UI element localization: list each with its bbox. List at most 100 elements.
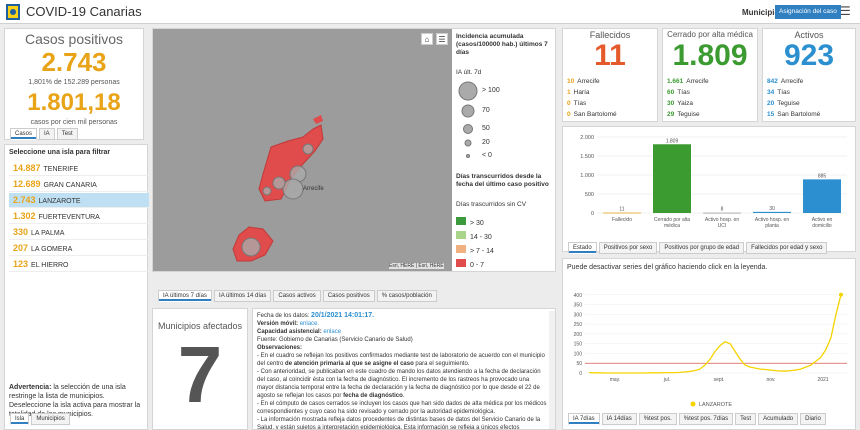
casos-rate-text: casos por cien mil personas (30, 119, 118, 126)
tab-pct-poblacion[interactable]: % casos/población (376, 290, 437, 302)
cerrado-row: 30 Yaiza (667, 100, 694, 107)
bar-ytick: 0 (591, 211, 594, 217)
dias-sub: Días trascurridos sin CV (456, 201, 527, 208)
bubble-fuerteventura (241, 237, 261, 257)
cerrado-row: 1.661 Arrecife (667, 78, 709, 85)
island-item-gran-canaria[interactable]: 12.689 GRAN CANARIA (9, 177, 149, 192)
tab-ia[interactable]: IA (39, 128, 55, 140)
bar-4 (803, 179, 841, 213)
bar-1 (653, 144, 691, 213)
island-item-la-palma[interactable]: 330 LA PALMA (9, 225, 149, 240)
activos-row: 34 Tías (767, 89, 790, 96)
bar-ytick: 2.000 (580, 135, 594, 141)
tab-ia-7[interactable]: IA últimos 7 días (158, 290, 213, 302)
bar-value-label: 30 (769, 206, 775, 212)
tab-diario[interactable]: Diario (800, 413, 826, 425)
bar-chart: 05001.0001.5002.00011Fallecido1.809Cerra… (580, 135, 847, 229)
map-place-label: Arrecife (303, 186, 324, 192)
line-ytick: 150 (574, 342, 583, 348)
map-attribution: Esri, HERE | Esri, HERE (389, 263, 444, 269)
line-xtick: may. (610, 377, 620, 383)
advertencia-bold: Advertencia: (9, 384, 52, 391)
cerrado-value: 1.809 (672, 39, 748, 72)
tab-positivos-edad[interactable]: Positivos por grupo de edad (659, 242, 745, 254)
island-item-tenerife[interactable]: 14.887 TENERIFE (9, 161, 149, 176)
tab-test-pos-7[interactable]: %test pos. 7días (678, 413, 734, 425)
dias-item: 0 - 7 (456, 254, 484, 272)
activos-value: 923 (783, 39, 835, 72)
line-xtick: 2021 (817, 377, 828, 383)
tab-positivos-sexo[interactable]: Positivos por sexo (598, 242, 658, 254)
tab-test[interactable]: Test (56, 128, 78, 140)
line-ytick: 350 (574, 303, 583, 309)
fallecidos-row: 0 San Bartolomé (567, 111, 617, 118)
tab-fallecidos-edad[interactable]: Fallecidos por edad y sexo (746, 242, 828, 254)
asignacion-caso-button[interactable]: Asignación del caso (775, 5, 841, 19)
islands-title: Seleccione una isla para filtrar (9, 149, 111, 156)
line-xtick: nov. (766, 377, 775, 383)
layers-icon[interactable]: ☰ (436, 33, 448, 45)
tab-ia-14dias[interactable]: IA 14días (601, 413, 637, 425)
tab-test[interactable]: Test (735, 413, 757, 425)
activos-row: 15 San Bartolomé (767, 111, 821, 118)
legend-size-70: 70 (482, 107, 490, 114)
island-item-lanzarote[interactable]: 2.743 LANZAROTE (9, 193, 149, 208)
tab-test-pos[interactable]: %test pos. (638, 413, 677, 425)
canarias-logo-icon (6, 4, 20, 20)
tab-casos-positivos[interactable]: Casos positivos (322, 290, 375, 302)
cerrado-title: Cerrado por alta médica (667, 30, 753, 39)
casos-tabs: Casos IA Test (10, 128, 78, 140)
legend-ia-label: IA últ. 7d (456, 69, 482, 76)
info-scrollbar[interactable] (549, 311, 555, 429)
legend-title: Incidencia acumulada (casos/100000 hab.)… (456, 33, 548, 56)
line-xtick: sept. (714, 377, 725, 383)
legend-marker (690, 401, 696, 407)
islands-tabs: Isla Municipios (10, 413, 70, 425)
tab-isla[interactable]: Isla (10, 413, 30, 425)
bar-category-label: UCI (718, 223, 727, 229)
municipios-panel: Municipios afectados 7 (152, 308, 248, 430)
map-tabs: IA últimos 7 días IA últimos 14 días Cas… (158, 290, 437, 302)
bubble-haria (302, 143, 314, 155)
map-canvas[interactable] (153, 29, 455, 271)
line-ytick: 300 (574, 312, 583, 318)
bar-0 (603, 212, 641, 214)
bar-ytick: 1.000 (580, 173, 594, 179)
version-link[interactable]: enlace. (300, 321, 319, 327)
bubble-yaiza (262, 186, 272, 196)
capacidad-link[interactable]: enlace (323, 329, 341, 335)
tab-casos[interactable]: Casos (10, 128, 38, 140)
obs-paragraph: - La información mostrada refleja datos … (257, 417, 541, 430)
map-legend-panel: Incidencia acumulada (casos/100000 hab.)… (452, 28, 556, 272)
map-panel[interactable]: Arrecife Esri, HERE | Esri, HERE ⌂ ☰ (152, 28, 456, 272)
tab-ia-7dias[interactable]: IA 7días (568, 413, 600, 425)
cerrado-panel: Cerrado por alta médica 1.809 1.661 Arrec… (662, 28, 758, 122)
bar-value-label: 11 (619, 207, 624, 213)
bar-chart-panel: 0 500 1.000 1.500 2.000 11 Fallecido 1.809 Cerra… (562, 126, 856, 252)
fecha-label: Fecha de los datos: (257, 313, 310, 319)
line-chart-note: Puede desactivar series del gráfico haci… (567, 264, 768, 271)
tab-estado[interactable]: Estado (568, 242, 597, 254)
bar-value-label: 885 (818, 173, 827, 179)
casos-value: 2.743 (41, 47, 107, 77)
activos-row: 20 Teguise (767, 100, 800, 107)
island-item-el-hierro[interactable]: 123 EL HIERRO (9, 257, 149, 272)
hamburger-menu-icon[interactable]: ☰ (840, 5, 851, 17)
tab-acumulado[interactable]: Acumulado (758, 413, 799, 425)
tab-municipios[interactable]: Municipios (31, 413, 70, 425)
capacidad-label: Capacidad asistencial: (257, 329, 322, 335)
tab-ia-14[interactable]: IA últimos 14 días (214, 290, 272, 302)
island-item-la-gomera[interactable]: 207 LA GOMERA (9, 241, 149, 256)
fallecidos-row: 0 Tías (567, 100, 587, 107)
cerrado-row: 29 Teguise (667, 111, 700, 118)
tab-casos-activos[interactable]: Casos activos (273, 290, 321, 302)
bar-category-label: Fallecido (612, 217, 632, 223)
island-item-fuerteventura[interactable]: 1.302 FUERTEVENTURA (9, 209, 149, 224)
casos-title: Casos positivos (24, 31, 124, 47)
bar-category-label: médica (664, 223, 680, 229)
bar-category-label: planta (765, 223, 779, 229)
line-tabs: IA 7días IA 14días %test pos. %test pos.… (568, 413, 826, 425)
municipio-toggle[interactable]: Municipio (742, 8, 779, 17)
home-icon[interactable]: ⌂ (421, 33, 433, 45)
legend-size-0: < 0 (482, 152, 492, 159)
